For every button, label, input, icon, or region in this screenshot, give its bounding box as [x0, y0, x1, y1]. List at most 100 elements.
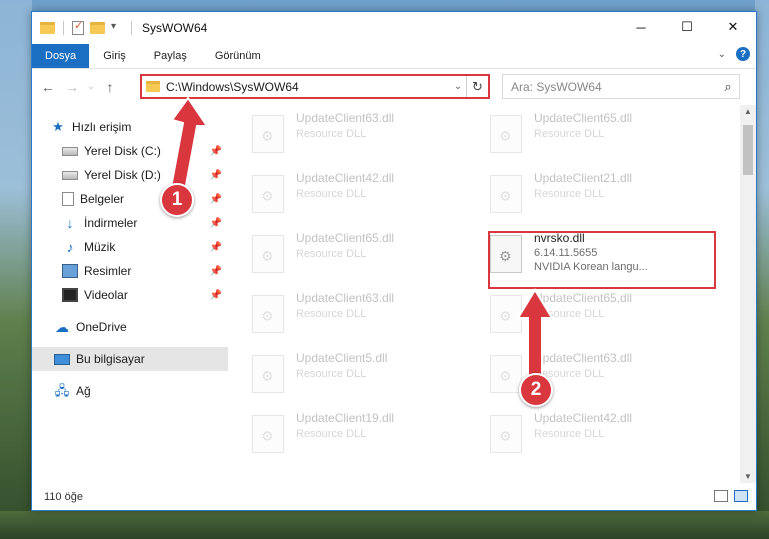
drive-icon [62, 170, 78, 180]
search-icon[interactable]: ⌕ [717, 79, 739, 95]
tab-home[interactable]: Giriş [89, 44, 140, 68]
pin-icon[interactable]: 📌 [210, 218, 222, 229]
file-item[interactable]: UpdateClient42.dll Resource DLL [466, 411, 686, 461]
file-name: UpdateClient63.dll [296, 111, 395, 125]
sidebar-item-downloads[interactable]: ↓ İndirmeler 📌 [32, 211, 228, 235]
properties-icon[interactable] [72, 19, 84, 35]
help-icon[interactable]: ? [736, 47, 750, 61]
annotation-badge-2: 2 [519, 373, 553, 407]
file-item[interactable]: UpdateClient65.dll Resource DLL [228, 231, 448, 281]
sidebar-item-this-pc[interactable]: Bu bilgisayar [32, 347, 228, 371]
sidebar-item-local-disk-d[interactable]: Yerel Disk (D:) 📌 [32, 163, 228, 187]
file-name: UpdateClient63.dll [534, 351, 633, 365]
search-input[interactable]: Ara: SysWOW64 ⌕ [502, 74, 740, 99]
pin-icon[interactable]: 📌 [210, 170, 222, 181]
vertical-scrollbar[interactable]: ▲ ▼ [740, 105, 756, 483]
sidebar-item-videos[interactable]: Videolar 📌 [32, 283, 228, 307]
file-name: UpdateClient63.dll [296, 291, 395, 305]
file-item[interactable]: UpdateClient65.dll Resource DLL [466, 111, 686, 161]
sidebar-item-label: Yerel Disk (C:) [84, 144, 161, 158]
back-arrow-icon[interactable]: ← [36, 79, 60, 95]
sidebar-item-label: Ağ [76, 384, 91, 398]
maximize-button[interactable]: ☐ [664, 12, 710, 42]
file-description: Resource DLL [534, 428, 605, 440]
file-item[interactable]: UpdateClient19.dll Resource DLL [228, 411, 448, 461]
file-item[interactable]: UpdateClient63.dllResource DLL [228, 111, 448, 161]
refresh-icon[interactable]: ↻ [466, 76, 488, 97]
window-controls: ─ ☐ ✕ [618, 12, 756, 42]
search-placeholder: Ara: SysWOW64 [511, 79, 602, 94]
tab-share[interactable]: Paylaş [140, 44, 201, 68]
dll-file-icon [252, 235, 284, 273]
tab-view[interactable]: Görünüm [201, 44, 275, 68]
drive-icon [62, 146, 78, 156]
file-item[interactable]: UpdateClient65.dll Resource DLL [466, 291, 686, 341]
forward-arrow-icon[interactable]: → [60, 79, 84, 95]
recent-dropdown-icon[interactable]: ⌄ [84, 81, 98, 92]
details-view-icon[interactable] [714, 490, 728, 502]
minimize-button[interactable]: ─ [618, 12, 664, 42]
file-item[interactable]: UpdateClient63.dllResource DLL [466, 351, 686, 401]
file-description: Resource DLL [296, 308, 367, 320]
sidebar-item-label: Bu bilgisayar [76, 352, 145, 366]
file-description: Resource DLL [534, 188, 605, 200]
dll-file-icon [490, 115, 522, 153]
address-bar[interactable]: C:\Windows\SysWOW64 ⌄ ↻ [140, 74, 490, 99]
file-name: UpdateClient5.dll [296, 351, 388, 365]
pin-icon[interactable]: 📌 [210, 266, 222, 277]
file-item[interactable]: UpdateClient42.dll Resource DLL [228, 171, 448, 221]
pin-icon[interactable]: 📌 [210, 194, 222, 205]
folder-icon[interactable] [40, 22, 55, 34]
scroll-thumb[interactable] [743, 125, 753, 175]
tiles-view-icon[interactable] [734, 490, 748, 502]
divider [131, 21, 132, 35]
folder-icon [146, 81, 160, 92]
file-list: UpdateClient63.dll Resource DLL UpdateCli… [228, 105, 756, 483]
navigation-pane: ★ Hızlı erişim Yerel Disk (C:) 📌 Yerel D… [32, 105, 228, 483]
videos-icon [62, 288, 78, 302]
sidebar-item-pictures[interactable]: Resimler 📌 [32, 259, 228, 283]
sidebar-item-network[interactable]: 🖧 Ağ [32, 379, 228, 403]
annotation-badge-1: 1 [160, 183, 194, 217]
sidebar-item-label: Müzik [84, 240, 116, 254]
close-button[interactable]: ✕ [710, 12, 756, 42]
file-item[interactable]: UpdateClient63.dll Resource DLL [228, 291, 448, 341]
music-icon: ♪ [66, 239, 74, 255]
address-dropdown-icon[interactable]: ⌄ [450, 81, 466, 92]
up-arrow-icon[interactable]: ↑ [98, 79, 122, 95]
address-path[interactable]: C:\Windows\SysWOW64 [166, 80, 450, 94]
sidebar-item-onedrive[interactable]: ☁ OneDrive [32, 315, 228, 339]
new-folder-icon[interactable] [90, 22, 105, 34]
file-name: UpdateClient65.dll [534, 111, 633, 125]
sidebar-item-documents[interactable]: Belgeler 📌 [32, 187, 228, 211]
download-icon: ↓ [66, 215, 74, 231]
dll-file-icon [252, 415, 284, 453]
address-row: ← → ⌄ ↑ C:\Windows\SysWOW64 ⌄ ↻ Ara: Sys… [32, 68, 756, 104]
file-description: Resource DLL [296, 368, 367, 380]
file-description: Resource DLL [534, 308, 605, 320]
sidebar-item-label: Yerel Disk (D:) [84, 168, 161, 182]
sidebar-item-label: Belgeler [80, 192, 125, 206]
file-item[interactable]: UpdateClient21.dll Resource DLL [466, 171, 686, 221]
customize-toolbar-icon[interactable]: ▾ [111, 21, 125, 35]
dll-file-icon [490, 415, 522, 453]
desktop-background-left [0, 0, 32, 539]
expand-ribbon-icon[interactable]: ⌄ [718, 49, 726, 60]
scroll-down-icon[interactable]: ▼ [740, 472, 756, 481]
tab-file[interactable]: Dosya [32, 44, 90, 68]
sidebar-item-music[interactable]: ♪ Müzik 📌 [32, 235, 228, 259]
window-title: SysWOW64 [142, 21, 208, 35]
pin-icon[interactable]: 📌 [210, 242, 222, 253]
pin-icon[interactable]: 📌 [210, 290, 222, 301]
file-item[interactable]: UpdateClient5.dll Resource DLL [228, 351, 448, 401]
file-name: UpdateClient42.dll [296, 171, 395, 185]
documents-icon [62, 192, 74, 206]
pin-icon[interactable]: 📌 [210, 146, 222, 157]
scroll-up-icon[interactable]: ▲ [740, 107, 756, 116]
sidebar-item-local-disk-c[interactable]: Yerel Disk (C:) 📌 [32, 139, 228, 163]
explorer-window: ▾ SysWOW64 ─ ☐ ✕ Dosya Giriş Paylaş Görü… [31, 11, 757, 511]
sidebar-item-quick-access[interactable]: ★ Hızlı erişim [32, 115, 228, 139]
file-description: Resource DLL [296, 188, 367, 200]
highlight-box [488, 231, 716, 289]
desktop-background-right [755, 0, 769, 539]
